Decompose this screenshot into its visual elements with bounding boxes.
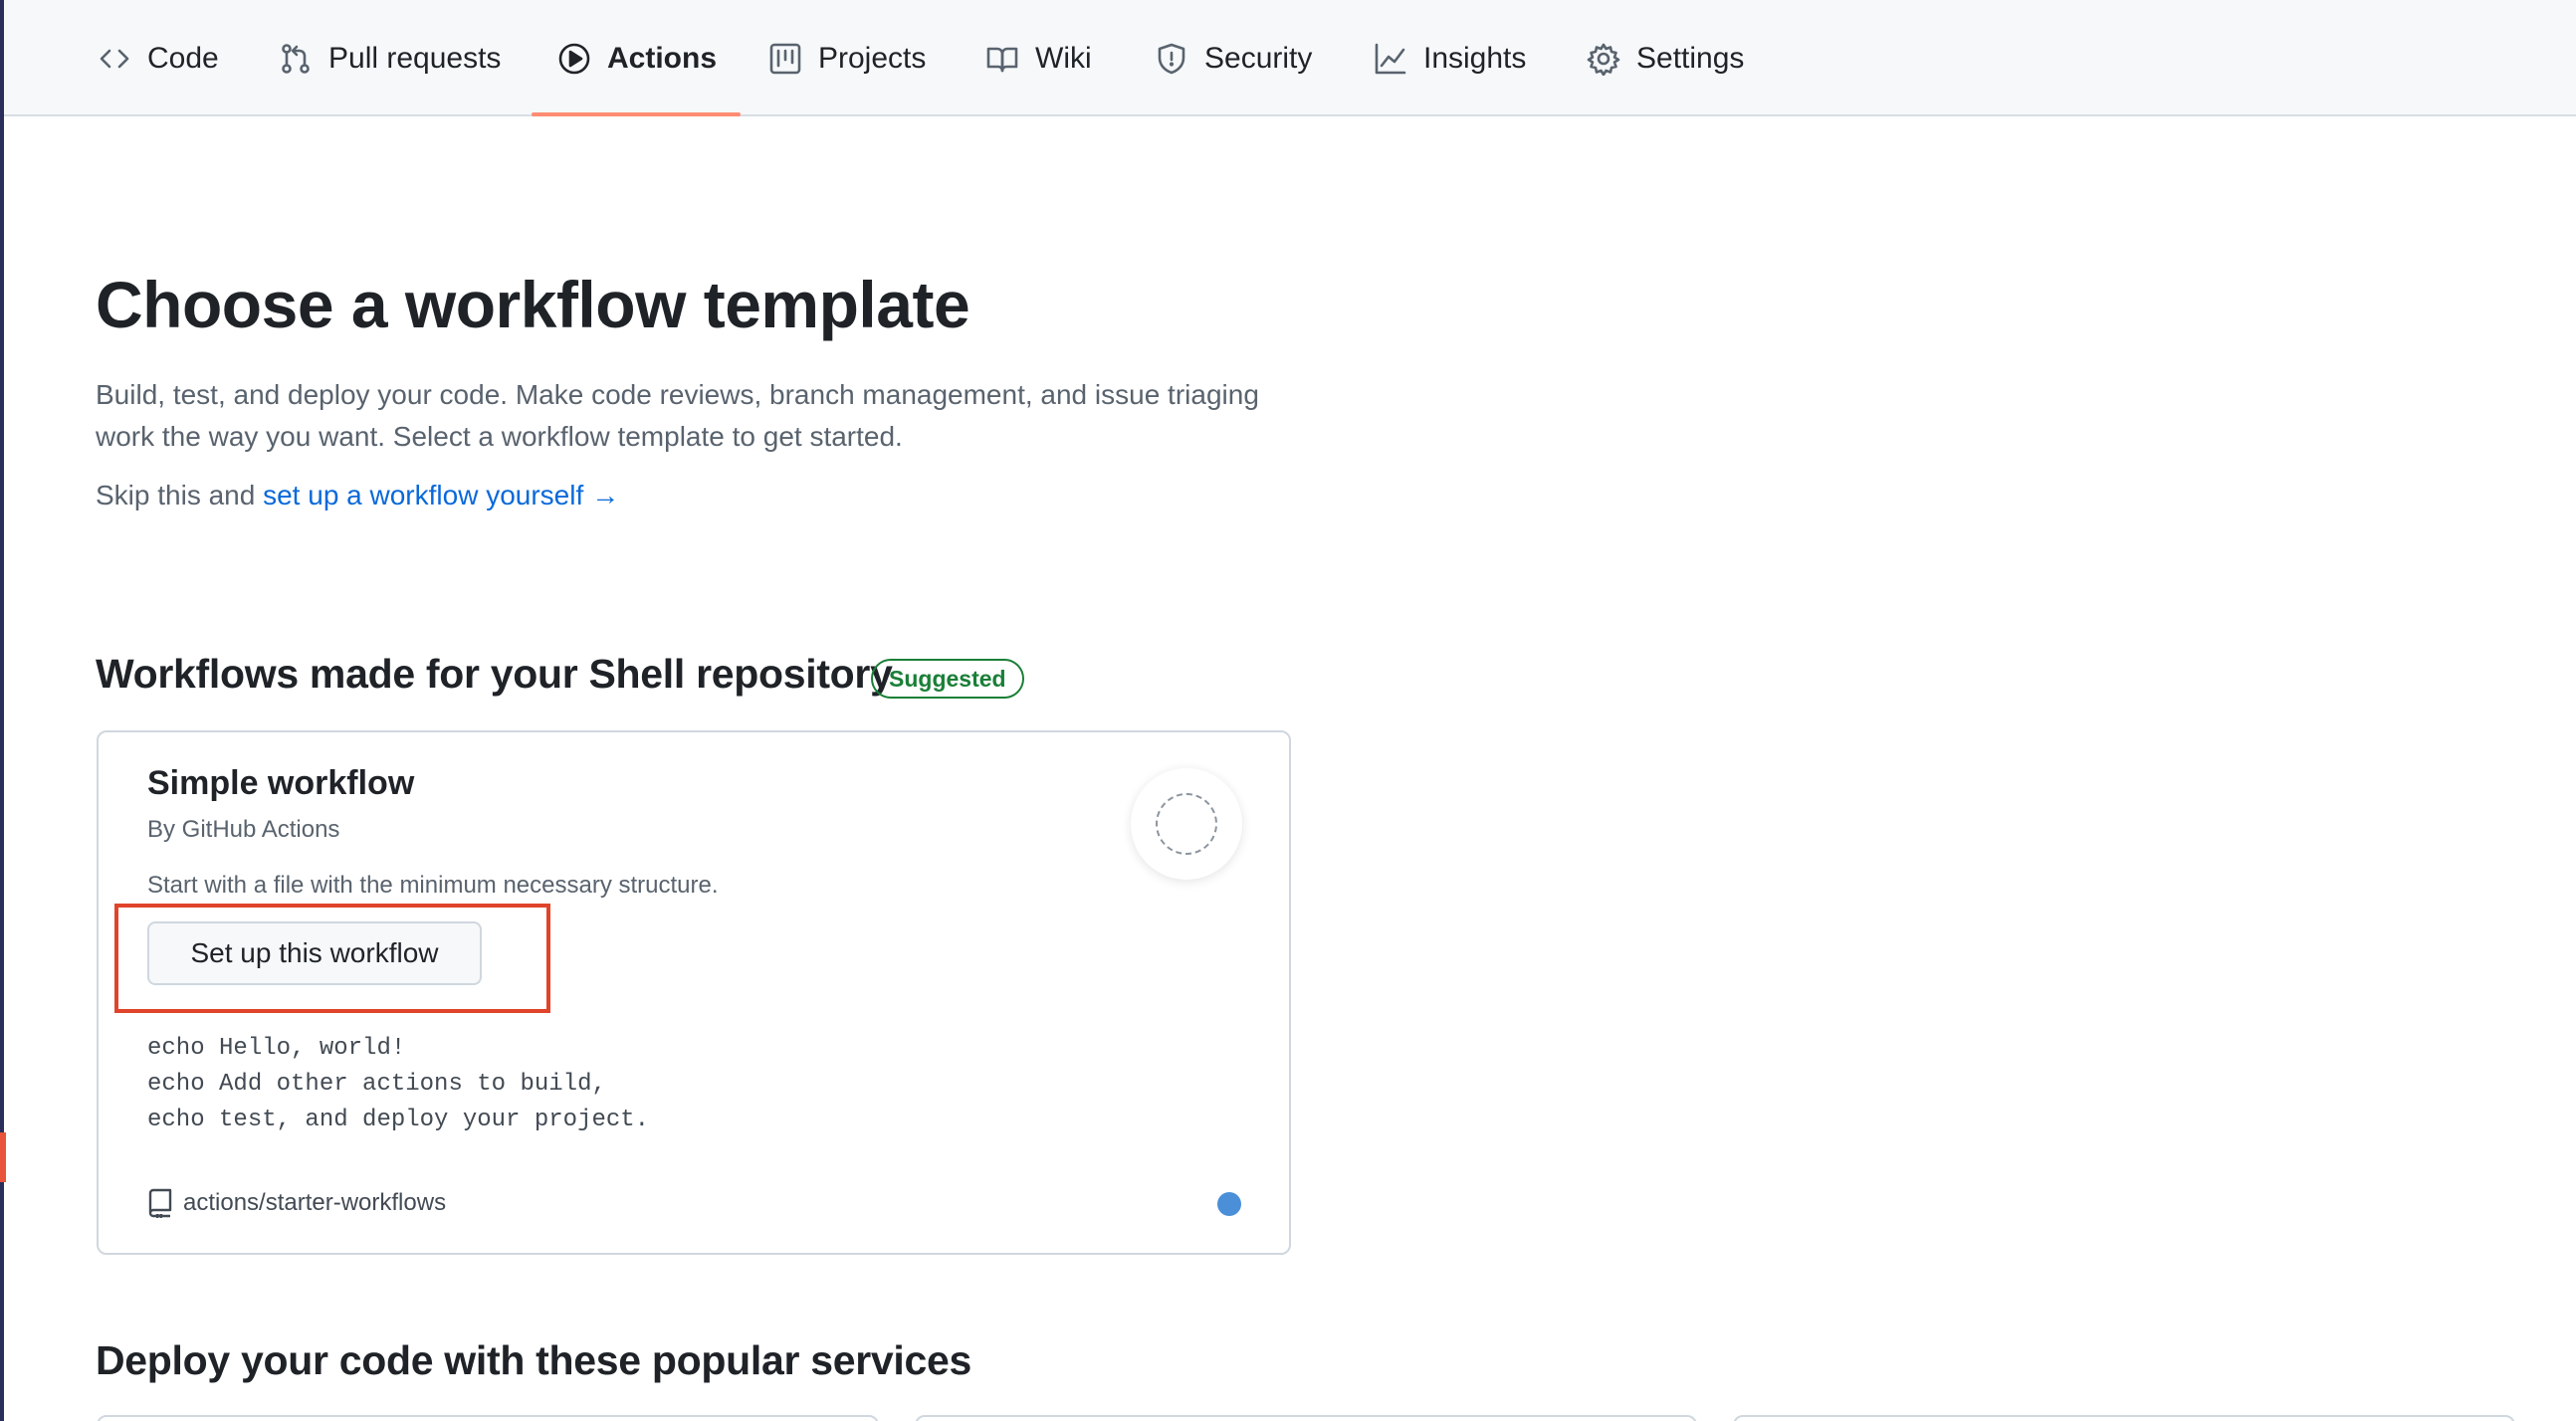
deploy-section-title: Deploy your code with these popular serv…	[96, 1337, 971, 1383]
workflow-card-description: Start with a file with the minimum neces…	[147, 872, 719, 899]
shield-icon	[1158, 43, 1185, 74]
tab-security[interactable]: Security	[1155, 0, 1312, 116]
tab-settings-label: Settings	[1636, 41, 1745, 75]
git-pull-request-icon	[282, 43, 310, 74]
gear-icon	[1587, 43, 1620, 76]
tab-projects-label: Projects	[818, 41, 927, 75]
workflow-card: Simple workflow By GitHub Actions Start …	[97, 730, 1291, 1255]
deploy-card[interactable]	[97, 1415, 879, 1421]
tab-projects[interactable]: Projects	[768, 0, 926, 116]
suggested-badge: Suggested	[871, 659, 1024, 699]
workflow-code-preview: echo Hello, world! echo Add other action…	[147, 1035, 650, 1133]
window-edge	[0, 0, 4, 1421]
repo-nav: Code Pull requests Actions Projects Wiki…	[4, 0, 2576, 116]
book-icon	[986, 47, 1018, 72]
play-icon	[558, 43, 590, 74]
arrow-right-icon: →	[591, 480, 620, 510]
window-edge-marker	[0, 1132, 6, 1182]
tab-insights-label: Insights	[1423, 41, 1527, 75]
tab-pull-requests-label: Pull requests	[328, 41, 502, 75]
deploy-card[interactable]	[1733, 1415, 2515, 1421]
workflow-card-footer: actions/starter-workflows	[147, 1188, 446, 1218]
tab-actions-label: Actions	[607, 41, 718, 75]
language-color-dot	[1217, 1192, 1241, 1216]
tab-wiki-label: Wiki	[1035, 41, 1092, 75]
tab-actions[interactable]: Actions	[557, 0, 717, 116]
page-description: Build, test, and deploy your code. Make …	[96, 379, 1259, 452]
tab-insights[interactable]: Insights	[1374, 0, 1526, 116]
setup-workflow-yourself-label: set up a workflow yourself	[263, 480, 584, 510]
workflow-logo	[1131, 768, 1242, 880]
tab-security-label: Security	[1204, 41, 1313, 75]
skip-prefix: Skip this and	[96, 480, 256, 510]
tab-wiki[interactable]: Wiki	[985, 0, 1092, 116]
deploy-card[interactable]	[915, 1415, 1697, 1421]
code-icon	[100, 49, 129, 68]
tab-code-label: Code	[147, 41, 219, 75]
table-icon	[769, 43, 801, 74]
workflow-card-author: By GitHub Actions	[147, 816, 340, 843]
setup-workflow-yourself-link[interactable]: set up a workflow yourself →	[263, 480, 619, 510]
workflow-repo-name: actions/starter-workflows	[183, 1189, 447, 1216]
repo-icon	[148, 1188, 172, 1218]
tab-settings[interactable]: Settings	[1587, 0, 1744, 116]
dashed-circle-icon	[1156, 793, 1217, 855]
active-tab-underline	[532, 112, 741, 116]
skip-line: Skip this and set up a workflow yourself…	[96, 480, 619, 511]
suggested-section-title: Workflows made for your Shell repository	[96, 651, 893, 697]
tab-pull-requests[interactable]: Pull requests	[279, 0, 501, 116]
page-title: Choose a workflow template	[96, 268, 970, 341]
set-up-this-workflow-button[interactable]: Set up this workflow	[147, 921, 482, 985]
workflow-card-title: Simple workflow	[147, 764, 415, 802]
graph-icon	[1375, 43, 1406, 74]
tab-code[interactable]: Code	[98, 0, 219, 116]
